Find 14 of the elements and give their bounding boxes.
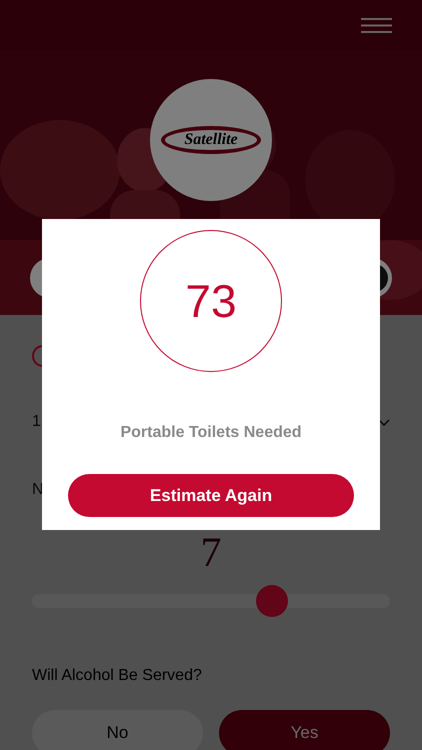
field-value: 1 [32,412,41,432]
estimate-again-button[interactable]: Estimate Again [68,474,354,517]
option-button[interactable]: No [32,710,203,750]
option-button[interactable]: Yes [219,710,390,750]
menu-icon[interactable] [361,18,392,32]
slider[interactable] [32,585,390,617]
result-count: 73 [185,278,237,324]
result-caption: Portable Toilets Needed [120,423,302,443]
logo-text: Satellite [184,132,238,148]
chevron-down-icon [378,418,390,426]
slider-thumb[interactable] [256,585,288,617]
question-label: Will Alcohol Be Served? [32,666,202,686]
field-label: N [32,480,44,500]
count-value: 7 [200,530,222,576]
